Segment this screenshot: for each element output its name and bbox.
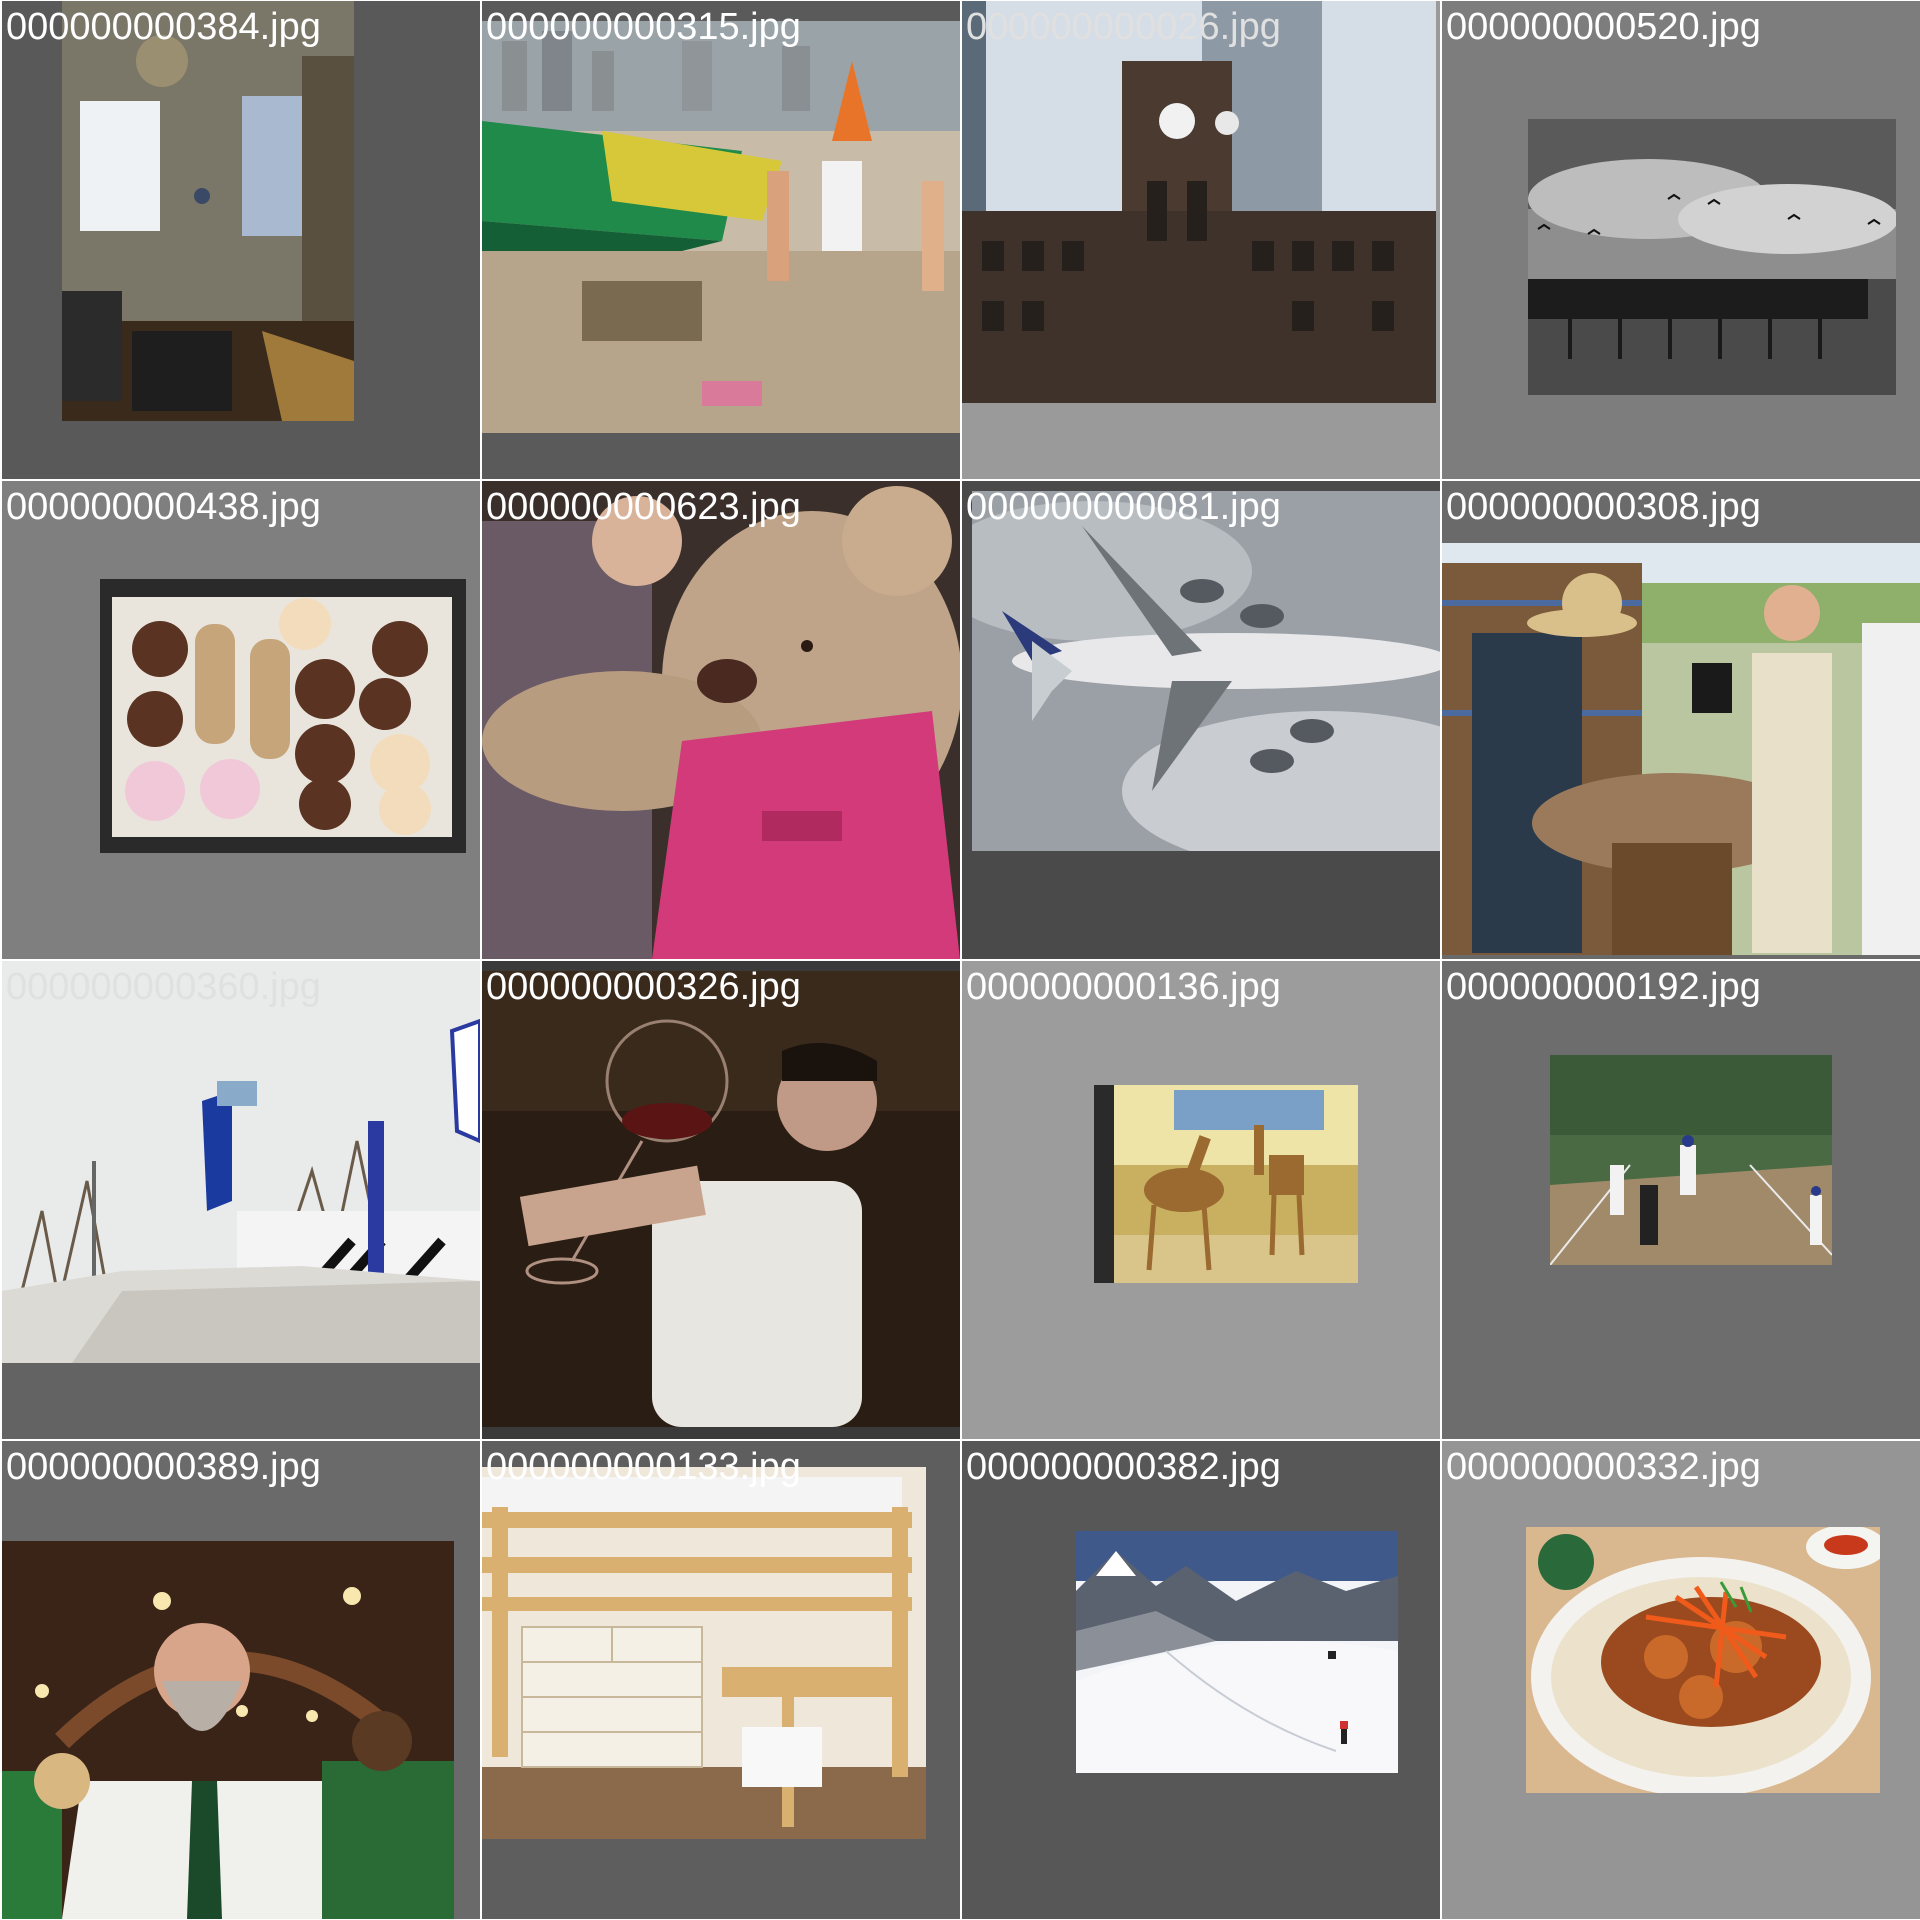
tile-308[interactable]: 000000000308.jpg — [1442, 481, 1920, 959]
tile-filename: 000000000326.jpg — [486, 966, 801, 1008]
photo-airplane — [972, 491, 1440, 851]
photo-snowboard-jump — [2, 961, 480, 1363]
photo-noodle-bowl — [1526, 1527, 1880, 1793]
photo-wine-glass-man — [482, 971, 960, 1427]
tile-filename: 000000000389.jpg — [6, 1446, 321, 1488]
tile-filename: 000000000438.jpg — [6, 486, 321, 528]
tile-326[interactable]: 000000000326.jpg — [482, 961, 960, 1439]
tile-filename: 000000000382.jpg — [966, 1446, 1281, 1488]
tile-081[interactable]: 000000000081.jpg — [962, 481, 1440, 959]
tile-filename: 000000000623.jpg — [486, 486, 801, 528]
tile-136[interactable]: 000000000136.jpg — [962, 961, 1440, 1439]
tile-389[interactable]: 000000000389.jpg — [2, 1441, 480, 1919]
image-grid: 000000000384.jpg 000000000315.jpg 000000… — [0, 0, 1920, 1920]
photo-baseball — [1550, 1055, 1832, 1265]
photo-wine-tasting — [1442, 543, 1920, 955]
tile-438[interactable]: 000000000438.jpg — [2, 481, 480, 959]
tile-filename: 000000000520.jpg — [1446, 6, 1761, 48]
photo-ski-slope — [1076, 1531, 1398, 1773]
photo-pier-birds — [1528, 119, 1896, 395]
tile-filename: 000000000026.jpg — [966, 6, 1281, 48]
photo-clock-tower — [962, 1, 1436, 403]
tile-filename: 000000000081.jpg — [966, 486, 1281, 528]
photo-giraffes — [1094, 1085, 1358, 1283]
tile-filename: 000000000360.jpg — [6, 966, 321, 1008]
tile-filename: 000000000136.jpg — [966, 966, 1281, 1008]
tile-filename: 000000000315.jpg — [486, 6, 801, 48]
photo-living-room — [62, 1, 354, 421]
tile-623[interactable]: 000000000623.jpg — [482, 481, 960, 959]
tile-520[interactable]: 000000000520.jpg — [1442, 1, 1920, 479]
photo-loft-bed — [482, 1467, 926, 1839]
tile-filename: 000000000332.jpg — [1446, 1446, 1761, 1488]
tile-133[interactable]: 000000000133.jpg — [482, 1441, 960, 1919]
tile-filename: 000000000384.jpg — [6, 6, 321, 48]
tile-filename: 000000000133.jpg — [486, 1446, 801, 1488]
photo-beach-umbrellas — [482, 21, 960, 433]
tile-384[interactable]: 000000000384.jpg — [2, 1, 480, 479]
tile-filename: 000000000308.jpg — [1446, 486, 1761, 528]
tile-315[interactable]: 000000000315.jpg — [482, 1, 960, 479]
tile-192[interactable]: 000000000192.jpg — [1442, 961, 1920, 1439]
tile-026[interactable]: 000000000026.jpg — [962, 1, 1440, 479]
tile-382[interactable]: 000000000382.jpg — [962, 1441, 1440, 1919]
tile-360[interactable]: 000000000360.jpg — [2, 961, 480, 1439]
tile-filename: 000000000192.jpg — [1446, 966, 1761, 1008]
tile-332[interactable]: 000000000332.jpg — [1442, 1441, 1920, 1919]
photo-teddy-bear — [482, 481, 960, 959]
photo-bearded-man — [2, 1541, 454, 1919]
photo-donuts-box — [100, 579, 466, 853]
